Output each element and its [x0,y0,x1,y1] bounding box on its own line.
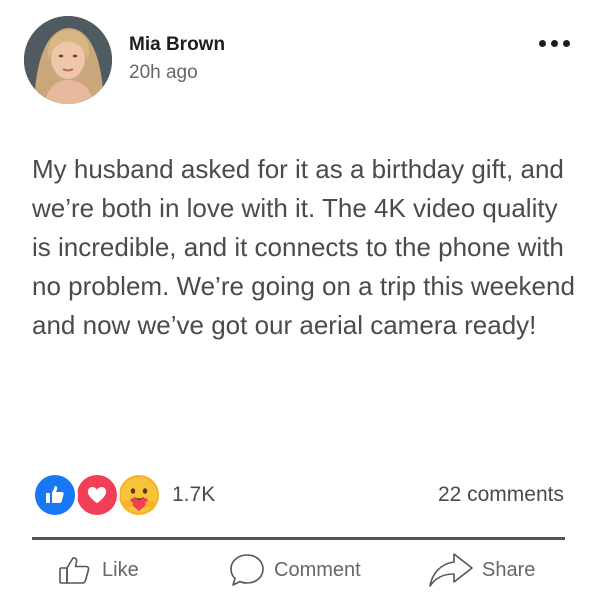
comment-label: Comment [274,558,361,581]
love-reaction-icon [74,472,120,518]
reaction-count[interactable]: 1.7K [172,483,215,507]
share-button[interactable]: Share [428,545,535,595]
avatar-photo [24,16,112,104]
share-label: Share [482,558,536,581]
thumbs-up-icon [59,557,90,584]
reactions-summary[interactable]: 1.7K [32,472,215,518]
like-label: Like [102,558,139,581]
more-dot-icon [551,40,558,47]
like-reaction-icon [32,472,78,518]
comment-button[interactable]: Comment [228,545,361,595]
more-options-button[interactable] [539,40,570,47]
more-dot-icon [539,40,546,47]
like-button[interactable]: Like [58,545,139,595]
comments-count[interactable]: 22 comments [438,483,564,507]
divider [32,537,565,540]
action-bar: Like Comment Share [32,545,565,595]
care-reaction-icon [116,472,162,518]
social-post: Mia Brown 20h ago My husband asked for i… [0,0,600,600]
avatar[interactable] [24,16,112,104]
post-text: My husband asked for it as a birthday gi… [32,154,575,340]
comment-bubble-icon [230,554,264,586]
more-dot-icon [563,40,570,47]
share-arrow-icon [429,553,473,587]
author-name[interactable]: Mia Brown [129,34,225,56]
post-timestamp[interactable]: 20h ago [129,62,198,84]
